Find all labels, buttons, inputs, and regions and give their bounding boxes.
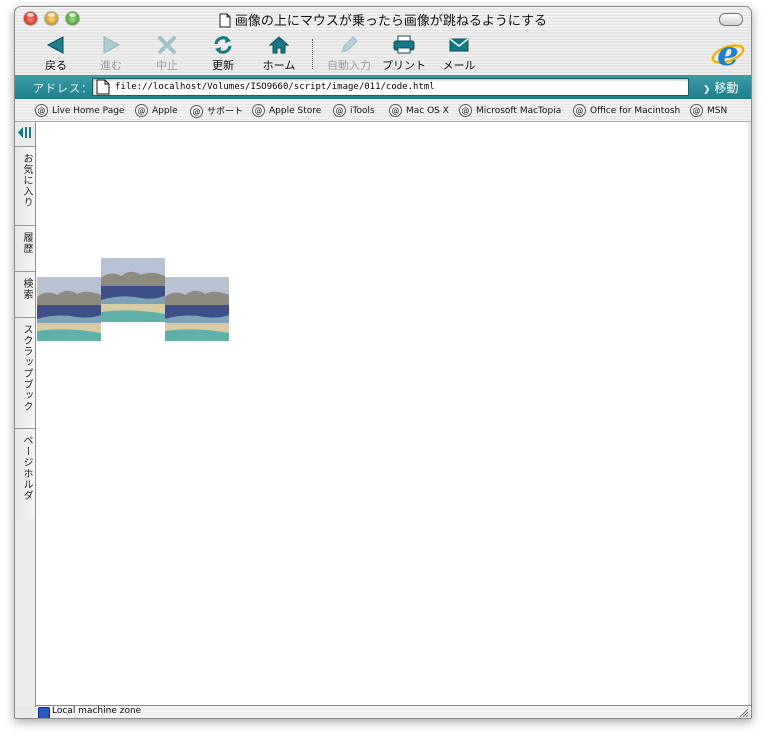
sidebar-tab-page-holder[interactable]: ページホルダ bbox=[15, 428, 35, 519]
favorite-at-icon: @ bbox=[252, 104, 265, 117]
browser-window: 画像の上にマウスが乗ったら画像が跳ねるようにする 戻る 進む 中止 更新 ホーム… bbox=[14, 6, 752, 719]
go-label: 移動 bbox=[714, 81, 739, 95]
go-arrow-icon: ❯ bbox=[703, 85, 711, 95]
sidebar-toggle-icon[interactable] bbox=[17, 126, 33, 139]
title-bar[interactable]: 画像の上にマウスが乗ったら画像が跳ねるようにする bbox=[15, 7, 751, 31]
favorite-label: Apple bbox=[152, 106, 178, 116]
favorite-at-icon: @ bbox=[389, 104, 402, 117]
beach-image[interactable] bbox=[101, 258, 165, 322]
favorite-mac-os-x[interactable]: @ Mac OS X bbox=[389, 104, 449, 117]
favorite-label: Apple Store bbox=[269, 106, 322, 116]
stop-button[interactable]: 中止 bbox=[141, 35, 193, 75]
sidebar-tab-history[interactable]: 履歴 bbox=[15, 225, 35, 271]
address-input[interactable] bbox=[115, 80, 675, 94]
page-content bbox=[36, 122, 748, 707]
favorite-itools[interactable]: @ iTools bbox=[333, 104, 375, 117]
autofill-pen-icon bbox=[341, 36, 358, 53]
beach-image[interactable] bbox=[37, 277, 101, 341]
print-button[interactable]: プリント bbox=[376, 35, 432, 75]
favorite-at-icon: @ bbox=[459, 104, 472, 117]
favorite-apple-store[interactable]: @ Apple Store bbox=[252, 104, 321, 117]
favorite-at-icon: @ bbox=[690, 104, 703, 117]
favorites-bar: @ Live Home Page @ Apple @ サポート @ Apple Stor… bbox=[15, 99, 751, 122]
sidebar-tab-label: 検索 bbox=[21, 278, 32, 300]
forward-button[interactable]: 進む bbox=[85, 35, 137, 75]
favorite-at-icon: @ bbox=[190, 105, 203, 118]
home-icon bbox=[268, 36, 290, 54]
back-arrow-icon bbox=[46, 36, 64, 54]
favorite-at-icon: @ bbox=[573, 104, 586, 117]
favorite-msn[interactable]: @ MSN bbox=[690, 104, 727, 117]
sidebar-tab-label: お気に入り bbox=[21, 153, 32, 208]
favorite-label: Live Home Page bbox=[52, 106, 125, 116]
page-icon bbox=[96, 79, 110, 95]
home-label: ホーム bbox=[262, 59, 296, 72]
sidebar-tab-label: 履歴 bbox=[21, 232, 32, 254]
beach-image[interactable] bbox=[165, 277, 229, 341]
toolbar-separator bbox=[312, 39, 314, 69]
favorite-label: iTools bbox=[350, 106, 375, 116]
forward-label: 進む bbox=[100, 59, 122, 72]
sidebar-tab-label: ページホルダ bbox=[21, 435, 32, 501]
autofill-button[interactable]: 自動入力 bbox=[321, 35, 377, 75]
document-icon bbox=[219, 13, 231, 28]
mail-label: メール bbox=[442, 59, 476, 72]
favorite-at-icon: @ bbox=[333, 104, 346, 117]
favorite-microsoft-mactopia[interactable]: @ Microsoft MacTopia bbox=[459, 104, 561, 117]
go-button[interactable]: ❯ 移動 bbox=[703, 79, 738, 96]
favorite-label: Office for Macintosh bbox=[590, 106, 681, 116]
sidebar-tab-label: スクラップブック bbox=[21, 324, 32, 412]
favorite-at-icon: @ bbox=[35, 104, 48, 117]
back-button[interactable]: 戻る bbox=[30, 35, 82, 75]
refresh-label: 更新 bbox=[212, 59, 234, 72]
address-label: アドレス： bbox=[33, 82, 93, 95]
favorite-apple[interactable]: @ Apple bbox=[135, 104, 178, 117]
print-label: プリント bbox=[382, 59, 426, 72]
refresh-button[interactable]: 更新 bbox=[197, 35, 249, 75]
toolbar: 戻る 進む 中止 更新 ホーム 自動入力 プリント メール e bbox=[15, 31, 751, 75]
mail-envelope-icon bbox=[449, 38, 469, 52]
explorer-sidebar: お気に入り 履歴 検索 スクラップブック ページホルダ bbox=[15, 122, 36, 707]
forward-arrow-icon bbox=[103, 36, 121, 54]
favorite-live-home-page[interactable]: @ Live Home Page bbox=[35, 104, 124, 117]
internet-explorer-logo-icon: e bbox=[711, 35, 745, 71]
address-bar: アドレス： ❯ 移動 bbox=[15, 75, 751, 99]
window-title-wrap: 画像の上にマウスが乗ったら画像が跳ねるようにする bbox=[15, 10, 751, 29]
zone-icon bbox=[38, 707, 50, 718]
stop-label: 中止 bbox=[156, 59, 178, 72]
status-bar: Local machine zone bbox=[36, 705, 751, 718]
collapse-window-button[interactable] bbox=[719, 13, 743, 26]
window-title: 画像の上にマウスが乗ったら画像が跳ねるようにする bbox=[234, 14, 548, 29]
resize-grip-icon[interactable] bbox=[739, 708, 749, 718]
mail-button[interactable]: メール bbox=[433, 35, 485, 75]
favorite-support[interactable]: @ サポート bbox=[190, 104, 243, 118]
address-field[interactable] bbox=[92, 78, 689, 96]
refresh-icon bbox=[214, 36, 232, 54]
favorite-office-for-macintosh[interactable]: @ Office for Macintosh bbox=[573, 104, 680, 117]
autofill-label: 自動入力 bbox=[327, 59, 371, 72]
svg-text:e: e bbox=[717, 35, 739, 71]
sidebar-tab-scrapbook[interactable]: スクラップブック bbox=[15, 317, 35, 428]
printer-icon bbox=[393, 35, 415, 54]
home-button[interactable]: ホーム bbox=[253, 35, 305, 75]
status-zone-text: Local machine zone bbox=[52, 706, 142, 716]
favorite-at-icon: @ bbox=[135, 104, 148, 117]
sidebar-tab-favorites[interactable]: お気に入り bbox=[15, 146, 35, 225]
stop-x-icon bbox=[158, 36, 176, 54]
favorite-label: Microsoft MacTopia bbox=[476, 106, 562, 116]
favorite-label: サポート bbox=[207, 107, 244, 117]
sidebar-tab-search[interactable]: 検索 bbox=[15, 271, 35, 317]
favorite-label: Mac OS X bbox=[406, 106, 449, 116]
favorite-label: MSN bbox=[707, 106, 728, 116]
back-label: 戻る bbox=[45, 59, 67, 72]
